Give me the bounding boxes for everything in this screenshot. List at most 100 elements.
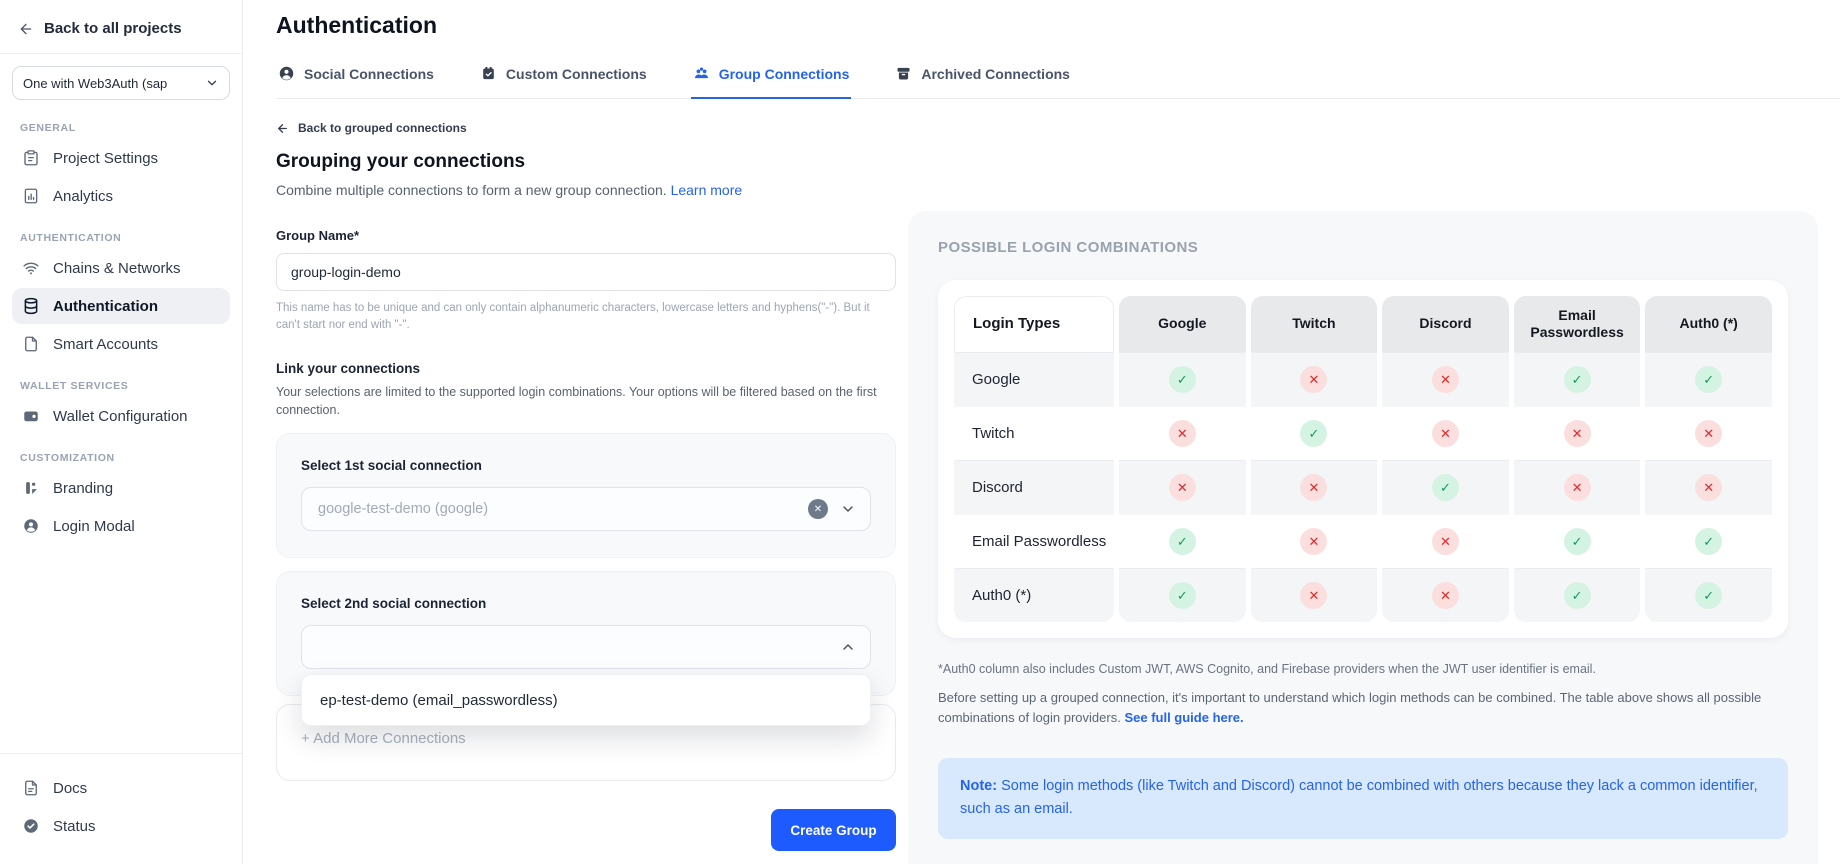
combination-cell: ✕ bbox=[1119, 460, 1246, 514]
link-connections-description: Your selections are limited to the suppo… bbox=[276, 383, 896, 421]
cross-icon: ✕ bbox=[1300, 528, 1327, 555]
project-selector-value: One with Web3Auth (sap bbox=[23, 76, 167, 91]
check-icon: ✓ bbox=[1564, 582, 1591, 609]
wallet-icon bbox=[22, 407, 40, 425]
tab-social-connections[interactable]: Social Connections bbox=[276, 53, 436, 99]
tab-group-connections[interactable]: Group Connections bbox=[691, 53, 852, 99]
content-row: Back to grouped connections Grouping you… bbox=[276, 99, 1840, 864]
cross-icon: ✕ bbox=[1432, 366, 1459, 393]
check-icon: ✓ bbox=[1695, 366, 1722, 393]
learn-more-link[interactable]: Learn more bbox=[671, 182, 743, 198]
check-circle-icon bbox=[22, 817, 40, 835]
clipboard-icon bbox=[22, 149, 40, 167]
combination-cell: ✕ bbox=[1251, 352, 1378, 406]
check-icon: ✓ bbox=[1300, 420, 1327, 447]
dropdown-option-ep-test-demo[interactable]: ep-test-demo (email_passwordless) bbox=[302, 675, 870, 725]
combination-cell: ✓ bbox=[1514, 352, 1641, 406]
sidebar-item-label: Project Settings bbox=[53, 150, 158, 167]
column-header: Google bbox=[1119, 296, 1246, 352]
group-name-label: Group Name* bbox=[276, 228, 896, 243]
chevron-down-icon bbox=[205, 76, 219, 90]
combination-cell: ✕ bbox=[1645, 460, 1772, 514]
column-header: Discord bbox=[1382, 296, 1509, 352]
note-text: Some login methods (like Twitch and Disc… bbox=[960, 778, 1758, 817]
section-label-general: GENERAL bbox=[20, 122, 222, 134]
sidebar-item-label: Analytics bbox=[53, 188, 113, 205]
tab-custom-connections[interactable]: Custom Connections bbox=[478, 53, 649, 99]
combination-cell: ✕ bbox=[1382, 514, 1509, 568]
see-full-guide-link[interactable]: See full guide here. bbox=[1124, 710, 1243, 725]
check-icon: ✓ bbox=[1432, 474, 1459, 501]
section-label-authentication: AUTHENTICATION bbox=[20, 232, 222, 244]
check-icon: ✓ bbox=[1695, 582, 1722, 609]
project-selector[interactable]: One with Web3Auth (sap bbox=[12, 66, 230, 100]
sidebar-item-project-settings[interactable]: Project Settings bbox=[12, 140, 230, 176]
select-second-label: Select 2nd social connection bbox=[301, 596, 871, 611]
sidebar-item-branding[interactable]: Branding bbox=[12, 470, 230, 506]
group-name-helper: This name has to be unique and can only … bbox=[276, 300, 896, 335]
sidebar: Back to all projects One with Web3Auth (… bbox=[0, 0, 243, 864]
sidebar-item-docs[interactable]: Docs bbox=[12, 770, 230, 806]
sidebar-item-label: Authentication bbox=[53, 298, 158, 315]
tab-label: Archived Connections bbox=[921, 66, 1070, 82]
sidebar-item-label: Chains & Networks bbox=[53, 260, 181, 277]
combination-cell: ✕ bbox=[1119, 406, 1246, 460]
row-label: Auth0 (*) bbox=[954, 568, 1114, 622]
check-icon: ✓ bbox=[1695, 528, 1722, 555]
column-header: Twitch bbox=[1251, 296, 1378, 352]
sidebar-item-analytics[interactable]: Analytics bbox=[12, 178, 230, 214]
cross-icon: ✕ bbox=[1169, 474, 1196, 501]
back-to-grouped-connections-link[interactable]: Back to grouped connections bbox=[276, 121, 896, 135]
combination-cell: ✕ bbox=[1514, 460, 1641, 514]
note-prefix: Note: bbox=[960, 778, 997, 794]
check-icon: ✓ bbox=[1169, 582, 1196, 609]
cross-icon: ✕ bbox=[1300, 582, 1327, 609]
cross-icon: ✕ bbox=[1300, 366, 1327, 393]
sidebar-item-smart-accounts[interactable]: Smart Accounts bbox=[12, 326, 230, 362]
form-actions: Create Group bbox=[276, 809, 896, 851]
combination-cell: ✓ bbox=[1645, 352, 1772, 406]
sidebar-item-label: Wallet Configuration bbox=[53, 408, 188, 425]
group-name-input[interactable] bbox=[276, 253, 896, 291]
user-circle-icon bbox=[278, 65, 295, 82]
sidebar-item-login-modal[interactable]: Login Modal bbox=[12, 508, 230, 544]
tab-label: Social Connections bbox=[304, 66, 434, 82]
sidebar-item-label: Branding bbox=[53, 480, 113, 497]
combinations-card: Login TypesGoogleTwitchDiscordEmail Pass… bbox=[938, 280, 1788, 638]
combination-cell: ✓ bbox=[1119, 514, 1246, 568]
column-header: Email Passwordless bbox=[1514, 296, 1641, 352]
combination-cell: ✕ bbox=[1382, 352, 1509, 406]
database-icon bbox=[22, 297, 40, 315]
combination-cell: ✓ bbox=[1645, 514, 1772, 568]
combination-cell: ✕ bbox=[1251, 568, 1378, 622]
combination-cell: ✓ bbox=[1514, 514, 1641, 568]
form-subheading: Combine multiple connections to form a n… bbox=[276, 182, 896, 198]
sidebar-item-wallet-configuration[interactable]: Wallet Configuration bbox=[12, 398, 230, 434]
sidebar-nav: GENERAL Project Settings Analytics AUTHE… bbox=[0, 100, 242, 546]
add-more-connections-button[interactable]: + Add More Connections bbox=[301, 730, 466, 747]
badge-icon bbox=[480, 65, 497, 82]
sidebar-item-authentication[interactable]: Authentication bbox=[12, 288, 230, 324]
combination-cell: ✕ bbox=[1645, 406, 1772, 460]
create-group-button[interactable]: Create Group bbox=[771, 809, 896, 851]
guide-footnote: Before setting up a grouped connection, … bbox=[938, 688, 1788, 728]
cross-icon: ✕ bbox=[1432, 420, 1459, 447]
select-first-label: Select 1st social connection bbox=[301, 458, 871, 473]
user-circle-icon bbox=[22, 517, 40, 535]
back-to-projects-link[interactable]: Back to all projects bbox=[0, 0, 242, 54]
check-icon: ✓ bbox=[1169, 528, 1196, 555]
wifi-icon bbox=[22, 259, 40, 277]
file-icon bbox=[22, 335, 40, 353]
sidebar-item-chains-networks[interactable]: Chains & Networks bbox=[12, 250, 230, 286]
select-second-connection[interactable] bbox=[301, 625, 871, 669]
combination-cell: ✓ bbox=[1382, 460, 1509, 514]
arrow-left-icon bbox=[276, 122, 289, 135]
tab-archived-connections[interactable]: Archived Connections bbox=[893, 53, 1072, 99]
sidebar-item-status[interactable]: Status bbox=[12, 808, 230, 844]
auth0-footnote: *Auth0 column also includes Custom JWT, … bbox=[938, 662, 1788, 676]
document-icon bbox=[22, 779, 40, 797]
clear-selection-icon[interactable]: ✕ bbox=[808, 499, 828, 519]
select-first-connection[interactable]: google-test-demo (google) ✕ bbox=[301, 487, 871, 531]
combination-cell: ✓ bbox=[1645, 568, 1772, 622]
check-icon: ✓ bbox=[1564, 528, 1591, 555]
